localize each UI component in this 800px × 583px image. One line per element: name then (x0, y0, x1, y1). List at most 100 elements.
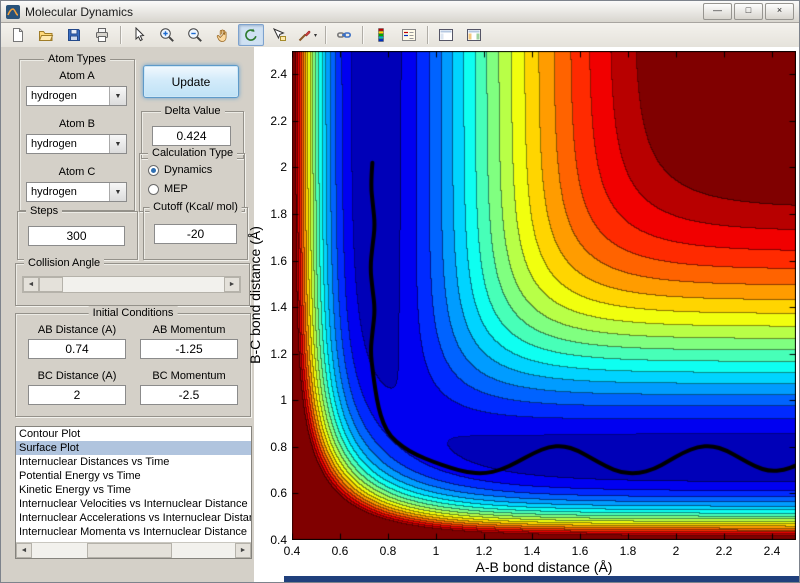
chevron-down-icon[interactable]: ▼ (109, 183, 126, 201)
insert-legend-button[interactable] (396, 24, 422, 46)
bc-distance-input[interactable] (28, 385, 126, 405)
atom-a-value: hydrogen (31, 90, 77, 102)
toolbar-separator (120, 26, 121, 44)
zoom-in-button[interactable] (154, 24, 180, 46)
x-tick-label: 1.2 (475, 544, 493, 558)
ab-distance-input[interactable] (28, 339, 126, 359)
edit-plot-button[interactable] (126, 24, 152, 46)
scrollbar-track[interactable] (32, 543, 235, 558)
app-icon (6, 4, 20, 19)
x-tick-label: 2 (672, 544, 680, 558)
list-item-internuclear-accelerations[interactable]: Internuclear Accelerations vs Internucle… (16, 511, 251, 525)
y-tick-label: 0.4 (270, 533, 287, 547)
steps-input[interactable] (28, 226, 125, 246)
scrollbar-left-arrow-icon[interactable]: ◄ (16, 543, 32, 558)
close-button[interactable]: × (765, 3, 794, 20)
brush-button[interactable]: ▾ (294, 24, 320, 46)
list-item-contour-plot[interactable]: Contour Plot (16, 427, 251, 441)
delta-value-input[interactable] (152, 126, 231, 146)
toolbar: ▾ (1, 23, 799, 48)
atom-a-select[interactable]: hydrogen ▼ (26, 86, 127, 106)
radio-mep-label: MEP (164, 183, 188, 195)
x-tick-label: 2.4 (763, 544, 781, 558)
brush-icon (298, 30, 311, 42)
y-tick-label: 0.8 (270, 439, 287, 454)
slider-left-arrow-icon[interactable]: ◄ (23, 277, 39, 292)
list-item-kinetic-energy[interactable]: Kinetic Energy vs Time (16, 483, 251, 497)
zoom-out-button[interactable] (182, 24, 208, 46)
rotate-3d-icon (245, 28, 257, 41)
atom-b-select[interactable]: hydrogen ▼ (26, 134, 127, 154)
figure-area: A-B bond distance (Å) B-C bond distance … (247, 47, 799, 582)
list-item-potential-energy[interactable]: Potential Energy vs Time (16, 469, 251, 483)
list-item-surface-plot[interactable]: Surface Plot (16, 441, 251, 455)
plot-type-listbox[interactable]: Contour Plot Surface Plot Internuclear D… (15, 426, 252, 559)
rotate-3d-button[interactable] (238, 24, 264, 46)
list-item-internuclear-momenta[interactable]: Internuclear Momenta vs Internuclear Dis… (16, 525, 251, 539)
contour-plot[interactable] (292, 51, 796, 540)
save-figure-icon (68, 29, 80, 41)
calculation-type-title: Calculation Type (148, 146, 238, 160)
insert-colorbar-icon (378, 28, 384, 42)
y-tick-label: 1.4 (270, 300, 287, 315)
radio-button-icon (148, 183, 159, 195)
atom-types-panel: Atom Types Atom A hydrogen ▼ Atom B hydr… (19, 52, 135, 211)
print-figure-button[interactable] (89, 24, 115, 46)
slider-thumb[interactable] (39, 277, 63, 292)
listbox-horizontal-scrollbar[interactable]: ◄ ► (16, 542, 251, 558)
new-figure-button[interactable] (5, 24, 31, 46)
update-button[interactable]: Update (143, 65, 239, 98)
ab-momentum-input[interactable] (140, 339, 238, 359)
y-tick-label: 0.6 (270, 486, 287, 501)
toolbar-separator (427, 26, 428, 44)
open-file-button[interactable] (33, 24, 59, 46)
list-item-internuclear-velocities[interactable]: Internuclear Velocities vs Internuclear … (16, 497, 251, 511)
steps-title: Steps (26, 204, 63, 218)
slider-right-arrow-icon[interactable]: ► (224, 277, 240, 292)
pan-icon (216, 29, 227, 42)
scrollbar-right-arrow-icon[interactable]: ► (235, 543, 251, 558)
chevron-down-icon[interactable]: ▼ (109, 135, 126, 153)
dropdown-caret-icon[interactable]: ▾ (314, 32, 317, 39)
radio-button-icon (148, 164, 159, 176)
hide-plot-tools-icon (439, 29, 453, 41)
bc-distance-label: BC Distance (A) (37, 370, 117, 382)
toolbar-separator (362, 26, 363, 44)
y-tick-label: 2.2 (270, 113, 287, 128)
data-cursor-button[interactable] (266, 24, 292, 46)
atom-c-select[interactable]: hydrogen ▼ (26, 182, 127, 202)
show-plot-tools-button[interactable] (461, 24, 487, 46)
ab-momentum-label: AB Momentum (152, 324, 226, 336)
initial-conditions-panel: Initial Conditions AB Distance (A) AB Mo… (15, 306, 251, 417)
insert-colorbar-button[interactable] (368, 24, 394, 46)
control-panel: Atom Types Atom A hydrogen ▼ Atom B hydr… (1, 47, 254, 582)
scrollbar-thumb[interactable] (87, 543, 172, 558)
hide-plot-tools-button[interactable] (433, 24, 459, 46)
link-plot-button[interactable] (331, 24, 357, 46)
bc-momentum-input[interactable] (140, 385, 238, 405)
collision-angle-panel: Collision Angle ◄ ► (15, 256, 250, 306)
slider-track[interactable] (39, 277, 224, 292)
minimize-button[interactable]: — (703, 3, 732, 20)
collision-angle-slider[interactable]: ◄ ► (22, 276, 241, 293)
radio-mep[interactable]: MEP (148, 183, 188, 195)
atom-b-label: Atom B (58, 118, 96, 130)
figure-body: Atom Types Atom A hydrogen ▼ Atom B hydr… (1, 47, 799, 582)
chevron-down-icon[interactable]: ▼ (109, 87, 126, 105)
list-item-internuclear-distances[interactable]: Internuclear Distances vs Time (16, 455, 251, 469)
atom-b-value: hydrogen (31, 138, 77, 150)
save-figure-button[interactable] (61, 24, 87, 46)
x-tick-label: 1 (432, 544, 440, 558)
radio-dynamics[interactable]: Dynamics (148, 164, 212, 176)
cutoff-input[interactable] (154, 224, 237, 244)
app-window: Molecular Dynamics — □ × ▾ Atom Types At… (0, 0, 800, 583)
window-controls: — □ × (703, 3, 794, 20)
x-tick-label: 1.8 (619, 544, 637, 558)
insert-legend-icon (402, 29, 416, 41)
x-tick-label: 0.8 (379, 544, 397, 558)
pan-button[interactable] (210, 24, 236, 46)
y-tick-label: 1.8 (270, 207, 287, 221)
x-tick-label: 1.4 (523, 544, 541, 558)
maximize-button[interactable]: □ (734, 3, 763, 20)
show-plot-tools-icon (467, 29, 481, 41)
